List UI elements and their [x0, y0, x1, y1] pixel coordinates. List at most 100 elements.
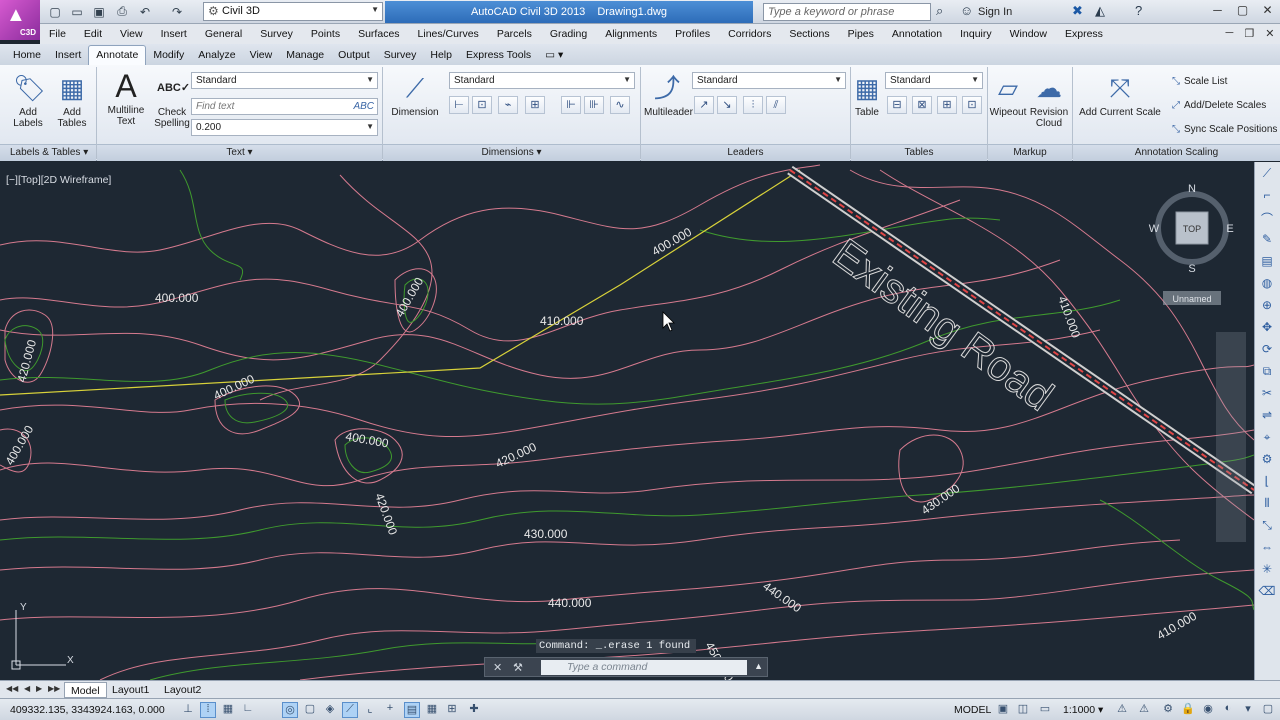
- tab-help[interactable]: Help: [423, 46, 459, 65]
- leader-style-select[interactable]: Standard ▼: [692, 72, 846, 89]
- mirror-icon[interactable]: ⇌: [1258, 408, 1276, 426]
- wrench-icon[interactable]: ⚒: [513, 661, 523, 674]
- close-icon[interactable]: ✕: [493, 661, 502, 674]
- download-data-icon[interactable]: ⊞: [937, 96, 957, 114]
- close-button[interactable]: ✕: [1255, 0, 1280, 20]
- add-leader-icon[interactable]: ↗: [694, 96, 714, 114]
- panel-dimensions[interactable]: Dimensions ▾: [383, 144, 640, 161]
- polyline-icon[interactable]: ⌐: [1258, 188, 1276, 206]
- tab-home[interactable]: Home: [6, 46, 48, 65]
- transparency-icon[interactable]: ▦: [424, 702, 440, 718]
- ucs-menu[interactable]: Unnamed: [1172, 294, 1211, 304]
- pin-icon[interactable]: ⌖: [1258, 430, 1276, 448]
- annotation-visibility-icon[interactable]: ⚠: [1114, 702, 1130, 718]
- block-icon[interactable]: ▤: [1258, 254, 1276, 272]
- upload-data-icon[interactable]: ⊡: [962, 96, 982, 114]
- check-spelling-button[interactable]: ABC✓ Check Spelling: [152, 73, 192, 129]
- sync-scale-positions-button[interactable]: ⤡ Sync Scale Positions: [1172, 124, 1277, 135]
- isolate-objects-icon[interactable]: ◐: [1220, 702, 1236, 718]
- menu-profiles[interactable]: Profiles: [666, 28, 719, 40]
- add-tables-button[interactable]: ▦ Add Tables: [52, 73, 92, 129]
- navigation-bar[interactable]: [1216, 332, 1246, 542]
- stretch-icon[interactable]: ⇔: [1258, 540, 1276, 558]
- clean-screen-icon[interactable]: ▢: [1260, 702, 1276, 718]
- dimension-style-select[interactable]: Standard ▼: [449, 72, 635, 89]
- otrack-icon[interactable]: ⟋: [342, 702, 358, 718]
- dim-break-icon[interactable]: ⌁: [498, 96, 518, 114]
- coordinate-readout[interactable]: 409332.135, 3343924.163, 0.000: [10, 704, 165, 716]
- move-icon[interactable]: ✥: [1258, 320, 1276, 338]
- dyn-icon[interactable]: +: [382, 702, 398, 718]
- rotate-icon[interactable]: ⟳: [1258, 342, 1276, 360]
- restore-icon[interactable]: ❐: [1244, 27, 1254, 44]
- prev-layout-icon[interactable]: ◀: [24, 684, 30, 693]
- multileader-button[interactable]: ⤴ Multileader: [644, 73, 693, 118]
- binoculars-icon[interactable]: ⌕: [936, 3, 943, 19]
- redo-icon[interactable]: ↷: [168, 3, 186, 20]
- collect-leader-icon[interactable]: ⫽: [766, 96, 786, 114]
- text-height-input[interactable]: 0.200 ▼: [191, 119, 378, 136]
- menu-survey[interactable]: Survey: [251, 28, 302, 40]
- point-icon[interactable]: ⊕: [1258, 298, 1276, 316]
- menu-annotation[interactable]: Annotation: [883, 28, 951, 40]
- fillet-icon[interactable]: ⌊: [1258, 474, 1276, 492]
- print-icon[interactable]: ⎙: [113, 3, 131, 20]
- tab-output[interactable]: Output: [331, 46, 377, 65]
- menu-pipes[interactable]: Pipes: [839, 28, 883, 40]
- last-layout-icon[interactable]: ▶▶: [48, 684, 60, 693]
- panel-markup[interactable]: Markup: [988, 144, 1072, 161]
- add-labels-button[interactable]: 🏷 Add Labels: [8, 73, 48, 129]
- osnap-icon[interactable]: ▢: [302, 702, 318, 718]
- menu-view[interactable]: View: [111, 28, 152, 40]
- menu-grading[interactable]: Grading: [541, 28, 596, 40]
- exchange-icon[interactable]: ✖: [1072, 3, 1083, 19]
- find-text-input[interactable]: Find text ABC: [191, 98, 378, 115]
- erase-icon[interactable]: ⌫: [1258, 584, 1276, 602]
- line-icon[interactable]: ⟋: [1258, 166, 1276, 184]
- ortho-icon[interactable]: ∟: [240, 702, 256, 718]
- panel-labels-tables[interactable]: Labels & Tables ▾: [0, 144, 96, 161]
- close-icon[interactable]: ✕: [1265, 27, 1274, 44]
- menu-sections[interactable]: Sections: [780, 28, 838, 40]
- menu-points[interactable]: Points: [302, 28, 349, 40]
- quick-properties-icon[interactable]: ⊞: [444, 702, 460, 718]
- auto-scale-icon[interactable]: ⚠: [1136, 702, 1152, 718]
- command-line[interactable]: ✕ ⚒ Type a command ▲: [484, 657, 768, 677]
- scale-icon[interactable]: ⤡: [1258, 518, 1276, 536]
- grid-icon[interactable]: ▦: [220, 702, 236, 718]
- menu-corridors[interactable]: Corridors: [719, 28, 780, 40]
- panel-leaders[interactable]: Leaders: [641, 144, 850, 161]
- dim-space-icon[interactable]: ⊩: [561, 96, 581, 114]
- maximize-button[interactable]: ▢: [1230, 0, 1255, 20]
- tab-analyze[interactable]: Analyze: [191, 46, 242, 65]
- menu-express[interactable]: Express: [1056, 28, 1112, 40]
- drawing-canvas[interactable]: 400.000 400.000 400.000 400.000 400.000 …: [0, 162, 1254, 680]
- next-layout-icon[interactable]: ▶: [36, 684, 42, 693]
- tab-layout1[interactable]: Layout1: [106, 682, 155, 698]
- menu-inquiry[interactable]: Inquiry: [951, 28, 1001, 40]
- tab-modify[interactable]: Modify: [146, 46, 191, 65]
- table-button[interactable]: ▦ Table: [852, 73, 882, 118]
- align-leader-icon[interactable]: ⫶: [743, 96, 763, 114]
- 3d-osnap-icon[interactable]: ◈: [322, 702, 338, 718]
- quick-view-layouts-icon[interactable]: ▣: [995, 702, 1011, 718]
- menu-lines-curves[interactable]: Lines/Curves: [409, 28, 488, 40]
- menu-window[interactable]: Window: [1001, 28, 1056, 40]
- tab-annotate[interactable]: Annotate: [88, 45, 147, 65]
- workspace-select[interactable]: ⚙ Civil 3D ▼: [203, 2, 383, 21]
- copy-icon[interactable]: ⧉: [1258, 364, 1276, 382]
- a360-icon[interactable]: ◭: [1095, 3, 1105, 19]
- status-menu-icon[interactable]: ▾: [1240, 702, 1256, 718]
- menu-insert[interactable]: Insert: [152, 28, 196, 40]
- dim-quick-icon[interactable]: ⊡: [472, 96, 492, 114]
- table-style-select[interactable]: Standard ▼: [885, 72, 983, 89]
- command-input[interactable]: Type a command: [541, 660, 747, 675]
- snap-icon[interactable]: ⁞: [200, 702, 216, 718]
- dim-linear-icon[interactable]: ⊢: [449, 96, 469, 114]
- infer-constraints-icon[interactable]: ⊥: [180, 702, 196, 718]
- hardware-acceleration-icon[interactable]: ◉: [1200, 702, 1216, 718]
- model-space-toggle[interactable]: MODEL: [954, 704, 991, 716]
- tab-survey[interactable]: Survey: [377, 46, 424, 65]
- multiline-text-button[interactable]: A Multiline Text: [104, 70, 148, 127]
- wipeout-button[interactable]: ▱ Wipeout: [988, 73, 1028, 118]
